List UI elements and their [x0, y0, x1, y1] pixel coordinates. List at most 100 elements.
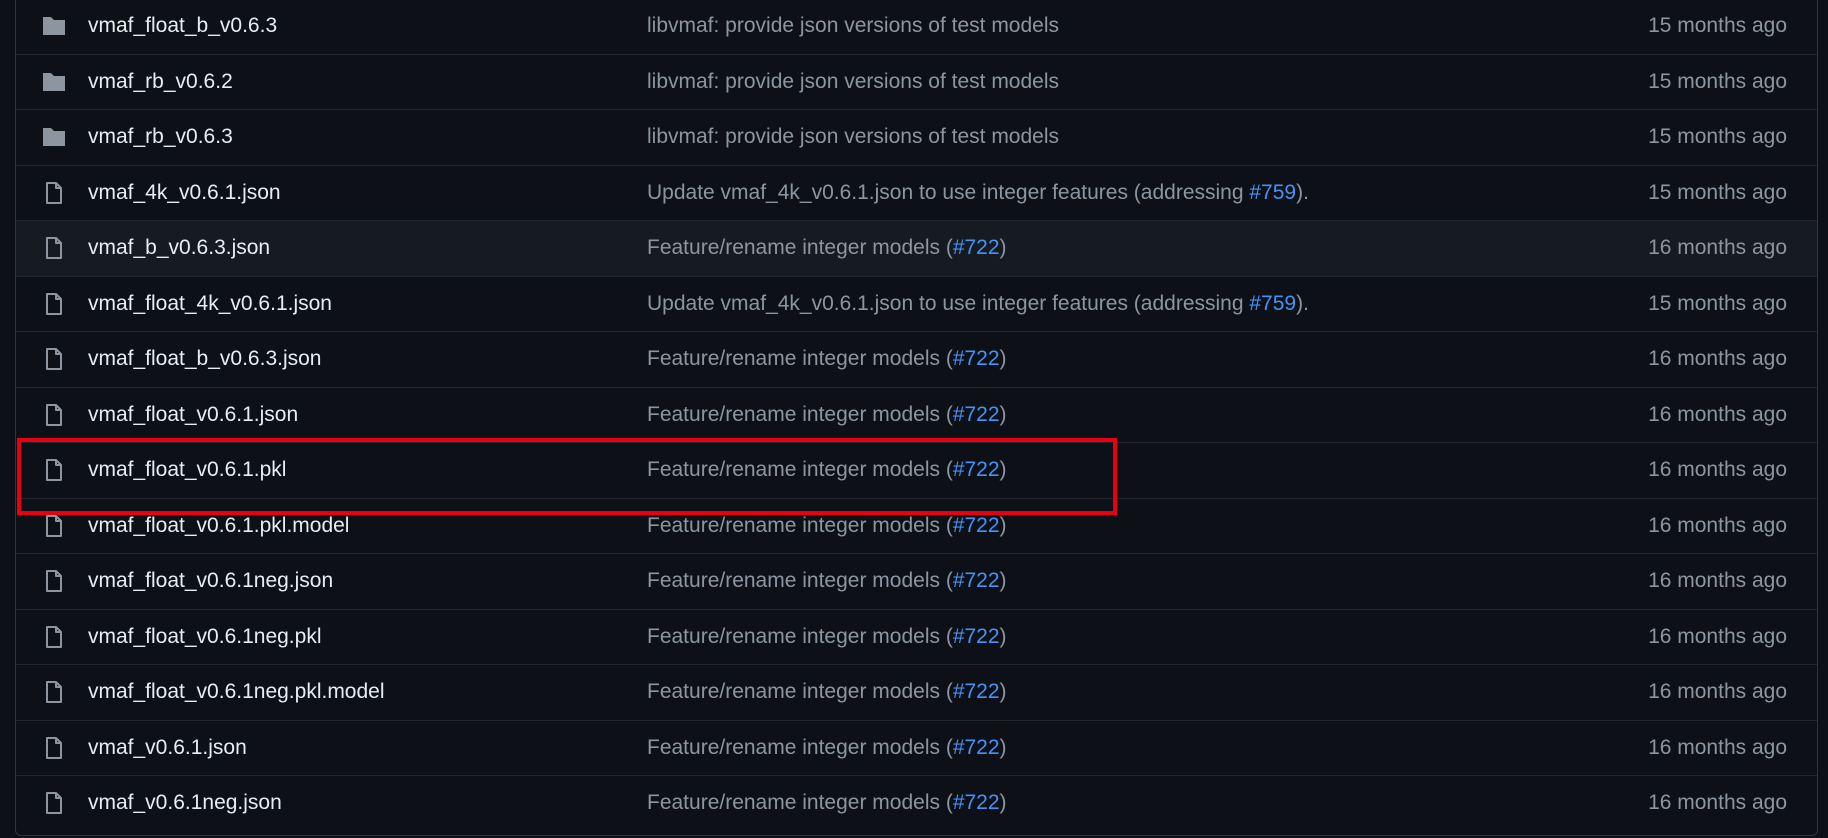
commit-message-text[interactable]: Feature/rename integer models ( — [647, 458, 953, 481]
commit-message-suffix[interactable]: ) — [1000, 403, 1007, 426]
commit-issue-link[interactable]: #722 — [953, 236, 1000, 259]
file-name-link[interactable]: vmaf_v0.6.1.json — [88, 736, 247, 760]
file-row[interactable]: vmaf_rb_v0.6.2 libvmaf: provide json ver… — [16, 53, 1817, 110]
file-icon — [40, 345, 68, 373]
file-name-link[interactable]: vmaf_float_v0.6.1.json — [88, 403, 298, 427]
commit-message-suffix[interactable]: ) — [1000, 791, 1007, 814]
commit-message[interactable]: Update vmaf_4k_v0.6.1.json to use intege… — [647, 292, 1309, 316]
file-name-link[interactable]: vmaf_4k_v0.6.1.json — [88, 181, 281, 205]
commit-age: 16 months ago — [1648, 402, 1787, 426]
file-name-link[interactable]: vmaf_float_b_v0.6.3 — [88, 14, 277, 38]
commit-message[interactable]: Feature/rename integer models (#722) — [647, 736, 1007, 760]
commit-issue-link[interactable]: #722 — [953, 791, 1000, 814]
commit-age: 16 months ago — [1648, 513, 1787, 537]
commit-message-suffix[interactable]: ) — [1000, 625, 1007, 648]
file-name-link[interactable]: vmaf_float_v0.6.1neg.pkl.model — [88, 680, 385, 704]
file-list: vmaf_float_b_v0.6.3 libvmaf: provide jso… — [15, 0, 1818, 836]
commit-message-text[interactable]: Feature/rename integer models ( — [647, 791, 953, 814]
commit-message-text[interactable]: Feature/rename integer models ( — [647, 625, 953, 648]
file-icon — [40, 290, 68, 318]
file-name-link[interactable]: vmaf_float_b_v0.6.3.json — [88, 347, 321, 371]
file-icon — [40, 456, 68, 484]
commit-message-suffix[interactable]: ) — [1000, 569, 1007, 592]
commit-message-text[interactable]: libvmaf: provide json versions of test m… — [647, 14, 1059, 37]
commit-message-text[interactable]: Feature/rename integer models ( — [647, 347, 953, 370]
commit-message-suffix[interactable]: ) — [1000, 514, 1007, 537]
commit-message[interactable]: libvmaf: provide json versions of test m… — [647, 125, 1059, 149]
commit-message[interactable]: Feature/rename integer models (#722) — [647, 403, 1007, 427]
commit-message-suffix[interactable]: ) — [1000, 347, 1007, 370]
commit-issue-link[interactable]: #722 — [953, 403, 1000, 426]
commit-age: 15 months ago — [1648, 69, 1787, 93]
commit-message-text[interactable]: Update vmaf_4k_v0.6.1.json to use intege… — [647, 292, 1249, 315]
commit-message-text[interactable]: libvmaf: provide json versions of test m… — [647, 70, 1059, 93]
file-name-link[interactable]: vmaf_float_4k_v0.6.1.json — [88, 292, 332, 316]
file-row[interactable]: vmaf_4k_v0.6.1.json Update vmaf_4k_v0.6.… — [16, 164, 1817, 221]
file-row[interactable]: vmaf_float_v0.6.1.pkl.model Feature/rena… — [16, 497, 1817, 554]
file-row[interactable]: vmaf_v0.6.1.json Feature/rename integer … — [16, 719, 1817, 776]
commit-message-text[interactable]: Update vmaf_4k_v0.6.1.json to use intege… — [647, 181, 1249, 204]
file-row[interactable]: vmaf_v0.6.1neg.json Feature/rename integ… — [16, 775, 1817, 831]
commit-message[interactable]: Feature/rename integer models (#722) — [647, 791, 1007, 815]
file-name-link[interactable]: vmaf_float_v0.6.1.pkl.model — [88, 514, 349, 538]
commit-message-text[interactable]: Feature/rename integer models ( — [647, 236, 953, 259]
folder-icon — [40, 68, 68, 96]
file-name-link[interactable]: vmaf_rb_v0.6.2 — [88, 70, 233, 94]
commit-issue-link[interactable]: #759 — [1249, 181, 1296, 204]
commit-message-text[interactable]: Feature/rename integer models ( — [647, 736, 953, 759]
commit-message[interactable]: Feature/rename integer models (#722) — [647, 514, 1007, 538]
commit-message[interactable]: Feature/rename integer models (#722) — [647, 680, 1007, 704]
commit-message-suffix[interactable]: ) — [1000, 236, 1007, 259]
file-row[interactable]: vmaf_rb_v0.6.3 libvmaf: provide json ver… — [16, 109, 1817, 165]
commit-message-suffix[interactable]: ). — [1296, 181, 1309, 204]
commit-issue-link[interactable]: #722 — [953, 680, 1000, 703]
file-name-link[interactable]: vmaf_v0.6.1neg.json — [88, 791, 282, 815]
commit-issue-link[interactable]: #722 — [953, 625, 1000, 648]
commit-message-text[interactable]: Feature/rename integer models ( — [647, 680, 953, 703]
file-row[interactable]: vmaf_float_v0.6.1neg.pkl.model Feature/r… — [16, 664, 1817, 720]
file-name-link[interactable]: vmaf_rb_v0.6.3 — [88, 125, 233, 149]
commit-age: 15 months ago — [1648, 13, 1787, 37]
commit-age: 15 months ago — [1648, 291, 1787, 315]
file-row[interactable]: vmaf_b_v0.6.3.json Feature/rename intege… — [16, 220, 1817, 276]
file-name-link[interactable]: vmaf_float_v0.6.1neg.pkl — [88, 625, 321, 649]
commit-message[interactable]: Update vmaf_4k_v0.6.1.json to use intege… — [647, 181, 1309, 205]
file-row[interactable]: vmaf_float_4k_v0.6.1.json Update vmaf_4k… — [16, 275, 1817, 332]
commit-age: 16 months ago — [1648, 680, 1787, 704]
commit-age: 16 months ago — [1648, 236, 1787, 260]
file-row[interactable]: vmaf_float_v0.6.1.json Feature/rename in… — [16, 386, 1817, 443]
file-name-link[interactable]: vmaf_float_v0.6.1.pkl — [88, 458, 286, 482]
commit-message-suffix[interactable]: ). — [1296, 292, 1309, 315]
commit-message[interactable]: Feature/rename integer models (#722) — [647, 569, 1007, 593]
commit-message[interactable]: libvmaf: provide json versions of test m… — [647, 70, 1059, 94]
file-name-link[interactable]: vmaf_float_v0.6.1neg.json — [88, 569, 333, 593]
commit-message-text[interactable]: libvmaf: provide json versions of test m… — [647, 125, 1059, 148]
file-name-link[interactable]: vmaf_b_v0.6.3.json — [88, 236, 270, 260]
commit-issue-link[interactable]: #722 — [953, 514, 1000, 537]
file-row[interactable]: vmaf_float_v0.6.1neg.pkl Feature/rename … — [16, 608, 1817, 665]
commit-message[interactable]: Feature/rename integer models (#722) — [647, 236, 1007, 260]
file-icon — [40, 234, 68, 262]
commit-message-text[interactable]: Feature/rename integer models ( — [647, 569, 953, 592]
commit-issue-link[interactable]: #759 — [1249, 292, 1296, 315]
commit-issue-link[interactable]: #722 — [953, 736, 1000, 759]
commit-issue-link[interactable]: #722 — [953, 569, 1000, 592]
commit-message-suffix[interactable]: ) — [1000, 680, 1007, 703]
commit-issue-link[interactable]: #722 — [953, 347, 1000, 370]
file-row[interactable]: vmaf_float_v0.6.1.pkl Feature/rename int… — [16, 442, 1817, 498]
commit-issue-link[interactable]: #722 — [953, 458, 1000, 481]
file-row[interactable]: vmaf_float_v0.6.1neg.json Feature/rename… — [16, 553, 1817, 609]
commit-message[interactable]: libvmaf: provide json versions of test m… — [647, 14, 1059, 38]
commit-message-suffix[interactable]: ) — [1000, 458, 1007, 481]
commit-message-text[interactable]: Feature/rename integer models ( — [647, 514, 953, 537]
file-row[interactable]: vmaf_float_b_v0.6.3.json Feature/rename … — [16, 331, 1817, 387]
commit-message[interactable]: Feature/rename integer models (#722) — [647, 625, 1007, 649]
commit-age: 16 months ago — [1648, 624, 1787, 648]
commit-message-text[interactable]: Feature/rename integer models ( — [647, 403, 953, 426]
commit-age: 15 months ago — [1648, 125, 1787, 149]
commit-message[interactable]: Feature/rename integer models (#722) — [647, 347, 1007, 371]
commit-message[interactable]: Feature/rename integer models (#722) — [647, 458, 1007, 482]
file-row[interactable]: vmaf_float_b_v0.6.3 libvmaf: provide jso… — [16, 0, 1817, 54]
commit-age: 16 months ago — [1648, 569, 1787, 593]
commit-message-suffix[interactable]: ) — [1000, 736, 1007, 759]
